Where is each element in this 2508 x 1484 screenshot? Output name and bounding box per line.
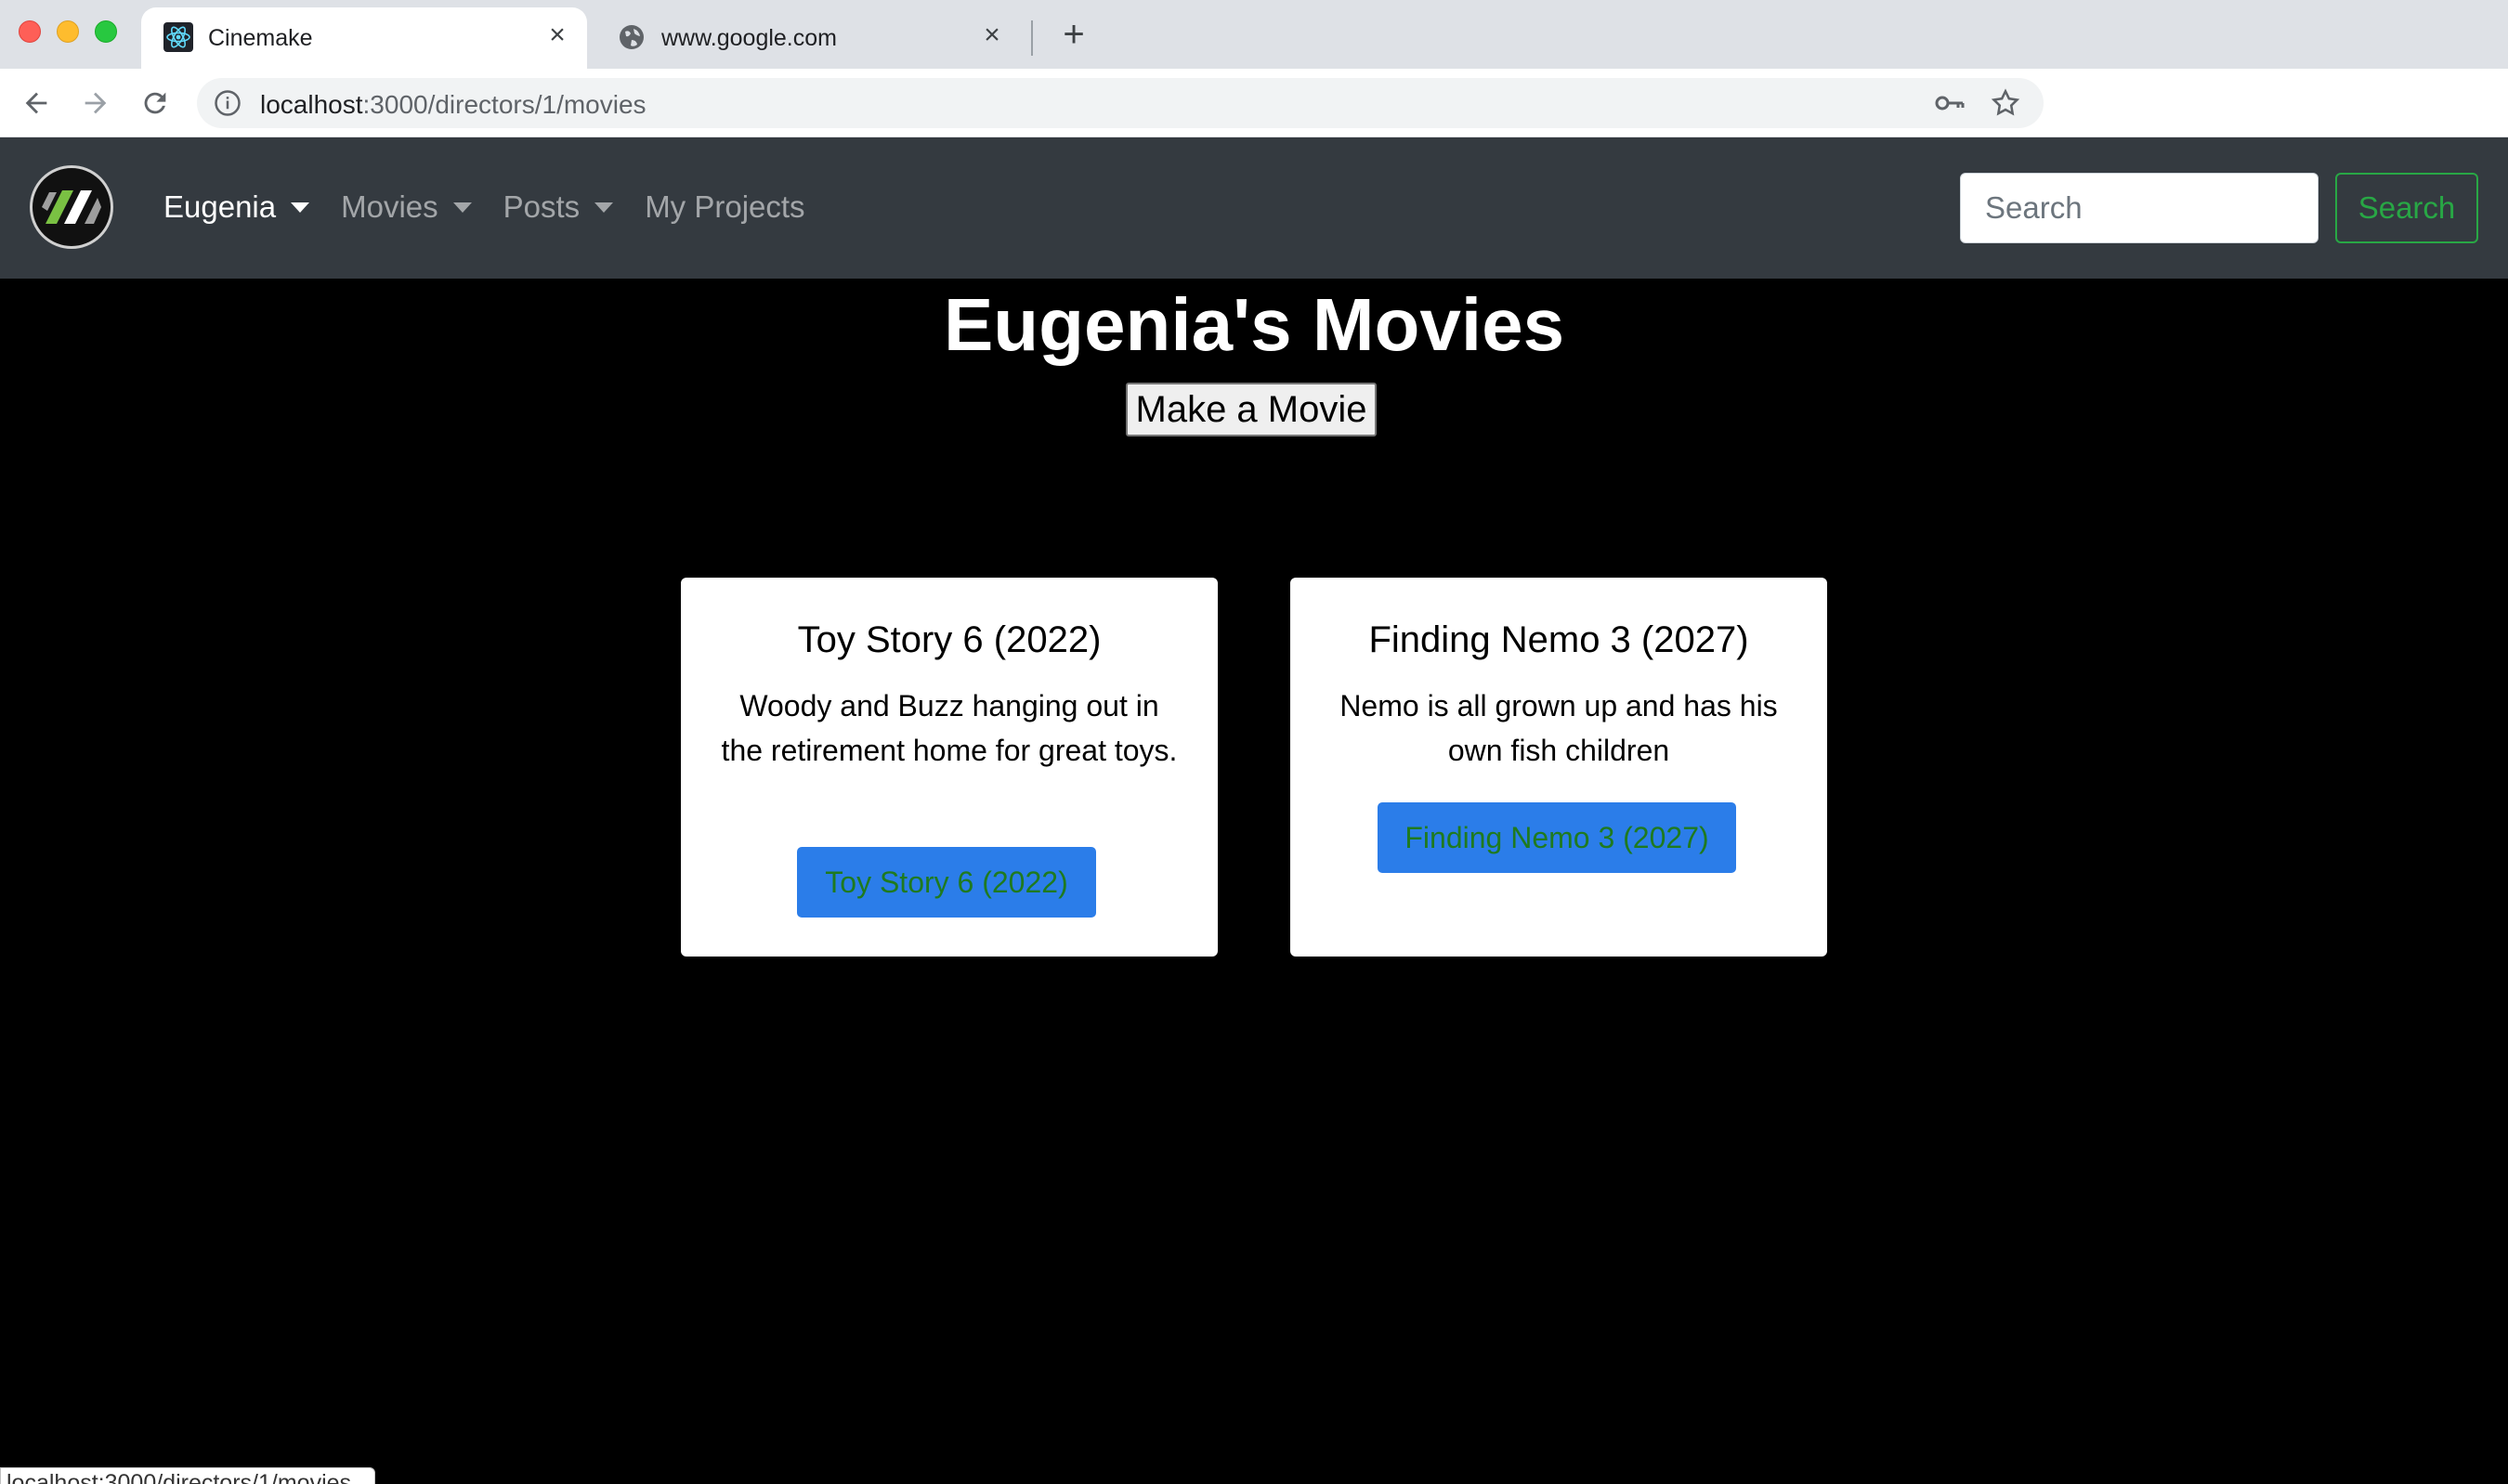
- movie-description: Nemo is all grown up and has his own fis…: [1339, 689, 1778, 767]
- nav-link-label: Eugenia: [163, 189, 277, 224]
- movie-card: Toy Story 6 (2022) Woody and Buzz hangin…: [681, 578, 1218, 957]
- tab-strip: Cinemake × www.google.com × +: [0, 0, 2508, 69]
- nav-dropdown-movies[interactable]: Movies: [341, 189, 472, 225]
- key-icon: [1935, 96, 1965, 111]
- react-atom-icon: [163, 22, 193, 52]
- back-button[interactable]: [17, 84, 56, 123]
- minimize-window-button[interactable]: [57, 20, 79, 43]
- movie-title: Toy Story 6 (2022): [797, 619, 1102, 660]
- reload-button[interactable]: [136, 84, 175, 123]
- movie-link-button[interactable]: Finding Nemo 3 (2027): [1378, 802, 1736, 873]
- arrow-right-icon: [85, 92, 107, 114]
- nav-links: Eugenia Movies Posts My Projects: [163, 189, 837, 225]
- address-bar[interactable]: localhost:3000/directors/1/movies: [197, 78, 2044, 128]
- url-path: :3000/directors/1/movies: [362, 90, 647, 119]
- close-icon[interactable]: ×: [977, 20, 1007, 50]
- app-navbar: Eugenia Movies Posts My Projects Search: [0, 137, 2508, 279]
- nav-link-my-projects[interactable]: My Projects: [645, 189, 804, 225]
- tab-title: Cinemake: [208, 25, 313, 51]
- movie-description: Woody and Buzz hanging out in the retire…: [721, 689, 1178, 767]
- tab-title: www.google.com: [661, 25, 837, 51]
- reload-icon: [144, 92, 166, 114]
- page-title: Eugenia's Movies: [943, 283, 1565, 366]
- nav-dropdown-eugenia[interactable]: Eugenia: [163, 189, 310, 225]
- make-movie-button[interactable]: Make a Movie: [1126, 383, 1377, 436]
- search-input[interactable]: [1960, 173, 2319, 243]
- movie-title: Finding Nemo 3 (2027): [1368, 619, 1749, 660]
- close-window-button[interactable]: [19, 20, 41, 43]
- nav-link-label: Movies: [341, 189, 438, 224]
- nav-link-label: My Projects: [645, 189, 805, 224]
- maximize-window-button[interactable]: [95, 20, 117, 43]
- info-icon: [215, 90, 241, 116]
- new-tab-button[interactable]: +: [1055, 16, 1092, 54]
- logo-icon: [42, 190, 101, 224]
- tab-cinemake[interactable]: Cinemake ×: [141, 7, 587, 69]
- brand-logo[interactable]: [30, 165, 113, 249]
- status-bubble: localhost:3000/directors/1/movies: [0, 1467, 375, 1484]
- arrow-left-icon: [25, 92, 47, 114]
- movie-card: Finding Nemo 3 (2027) Nemo is all grown …: [1290, 578, 1827, 957]
- url-host: localhost: [260, 90, 363, 119]
- tab-separator: [1031, 20, 1033, 56]
- globe-icon: [617, 22, 647, 52]
- url-text: localhost:3000/directors/1/movies: [260, 90, 647, 120]
- browser-toolbar: localhost:3000/directors/1/movies: [0, 69, 2508, 188]
- tab-google[interactable]: www.google.com ×: [594, 7, 1022, 69]
- caret-down-icon: [594, 202, 614, 213]
- close-icon[interactable]: ×: [542, 20, 572, 50]
- star-icon: [1991, 88, 2020, 116]
- caret-down-icon: [452, 202, 472, 213]
- nav-link-label: Posts: [503, 189, 581, 224]
- caret-down-icon: [291, 202, 310, 213]
- browser-window: Cinemake × www.google.com × + localhost:…: [0, 0, 2508, 1484]
- search-button[interactable]: Search: [2335, 173, 2478, 243]
- forward-button[interactable]: [76, 84, 115, 123]
- nav-dropdown-posts[interactable]: Posts: [503, 189, 614, 225]
- movie-link-button[interactable]: Toy Story 6 (2022): [797, 847, 1096, 918]
